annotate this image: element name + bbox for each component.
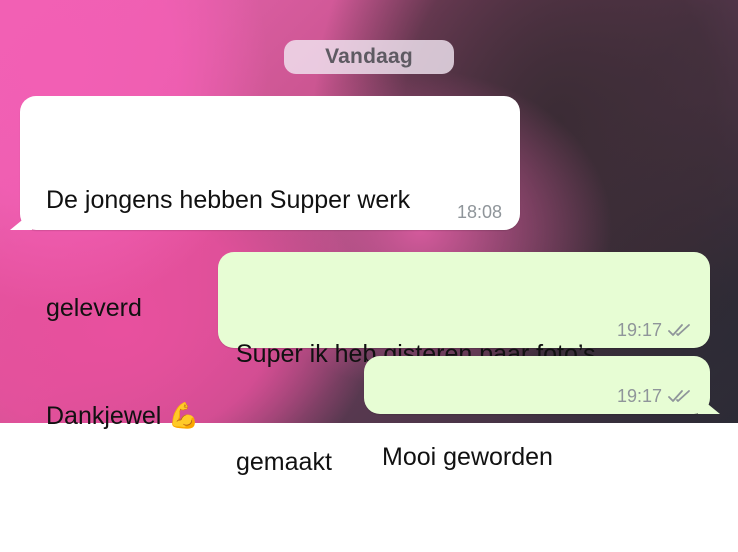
outgoing-message-bubble[interactable]: Super ik heb gisteren paar foto’s gemaak… <box>218 252 710 476</box>
date-separator: Vandaag <box>284 40 454 74</box>
double-check-icon <box>668 323 692 337</box>
message-timestamp: 19:17 <box>616 320 662 340</box>
double-check-icon <box>668 389 692 403</box>
message-timestamp: 18:08 <box>456 202 502 222</box>
flexed-biceps-icon: 💪 <box>168 401 200 430</box>
message-line: De jongens hebben Supper werk <box>46 186 411 214</box>
outgoing-message-bubble[interactable]: Mooi geworden 19:17 <box>364 356 720 471</box>
date-separator-label: Vandaag <box>325 45 413 68</box>
message-meta: 19:17 <box>617 384 692 408</box>
message-meta: 18:08 <box>457 200 502 224</box>
incoming-message-bubble[interactable]: De jongens hebben Supper werk geleverd D… <box>10 96 520 430</box>
message-timestamp: 19:17 <box>616 386 662 406</box>
message-line: Mooi geworden <box>382 443 553 471</box>
message-meta: 19:17 <box>617 318 692 342</box>
